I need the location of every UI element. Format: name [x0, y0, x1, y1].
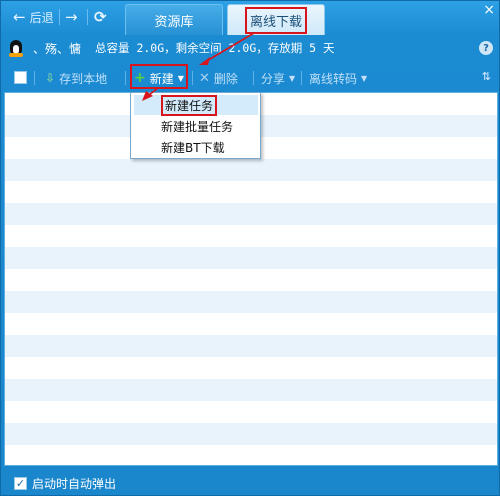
offline-transcode-button[interactable]: 离线转码 ▼ [309, 69, 367, 87]
refresh-button[interactable]: ⟳ [94, 7, 107, 27]
back-button[interactable]: ← 后退 [13, 7, 54, 27]
save-to-local-button[interactable]: ⇩ 存到本地 [45, 69, 107, 87]
autostart-checkbox[interactable]: ✓ [14, 476, 27, 490]
tab-resource-library[interactable]: 资源库 [125, 4, 223, 35]
forward-button[interactable]: → [65, 7, 78, 27]
caret-down-icon: ▼ [289, 73, 296, 83]
nav-divider [59, 9, 60, 25]
menu-item-label: 新建任务 [161, 94, 218, 116]
caret-down-icon: ▼ [361, 73, 368, 83]
sort-icon[interactable]: ⇅ [482, 70, 491, 83]
menu-item-label: 新建批量任务 [161, 119, 234, 134]
save-to-local-label: 存到本地 [59, 71, 108, 86]
select-all-checkbox[interactable] [14, 71, 27, 84]
arrow-left-icon: ← [13, 8, 26, 26]
help-icon[interactable]: ? [479, 41, 493, 55]
toolbar-divider [253, 71, 254, 85]
share-label: 分享 [261, 71, 286, 86]
top-nav-bar: ← 后退 → ⟳ 资源库 离线下载 × [1, 1, 500, 35]
username: 、殇、慵 [33, 41, 82, 56]
new-dropdown-menu: 新建任务 新建批量任务 新建BT下载 [130, 92, 261, 159]
storage-stats: 总容量 2.0G，剩余空间 2.0G，存放期 5 天 [95, 41, 335, 55]
menu-item-new-bt-download[interactable]: 新建BT下载 [134, 137, 258, 157]
footer-bar: ✓ 启动时自动弹出 [1, 469, 500, 496]
tab-offline-download[interactable]: 离线下载 [227, 4, 325, 35]
offline-download-window: ← 后退 → ⟳ 资源库 离线下载 × 、殇、慵 总容量 2.0G，剩余空间 2… [0, 0, 500, 496]
menu-item-label: 新建BT下载 [161, 140, 225, 155]
menu-item-new-task[interactable]: 新建任务 [134, 94, 258, 116]
transcode-label: 离线转码 [309, 71, 358, 86]
delete-button[interactable]: ✕ 删除 [199, 69, 238, 87]
menu-item-new-batch-task[interactable]: 新建批量任务 [134, 116, 258, 136]
back-label: 后退 [29, 10, 54, 25]
toolbar-divider [301, 71, 302, 85]
delete-label: 删除 [213, 71, 238, 86]
close-window-icon[interactable]: × [483, 2, 495, 18]
new-button-highlight [130, 64, 188, 89]
qq-penguin-icon [7, 39, 25, 57]
tab-label: 资源库 [154, 14, 194, 30]
arrow-right-icon: → [65, 8, 78, 26]
toolbar-divider [125, 71, 126, 85]
delete-x-icon: ✕ [199, 70, 210, 86]
tab-label: 离线下载 [244, 6, 307, 34]
task-toolbar: ⇩ 存到本地 + 新建 ▼ ✕ 删除 分享 ▼ 离线转码 ▼ ⇅ [1, 63, 500, 91]
download-icon: ⇩ [45, 71, 56, 85]
account-info-row: 、殇、慵 总容量 2.0G，剩余空间 2.0G，存放期 5 天 ? [1, 35, 500, 61]
nav-divider [87, 9, 88, 25]
toolbar-divider [34, 71, 35, 85]
autostart-label: 启动时自动弹出 [32, 476, 117, 491]
share-button[interactable]: 分享 ▼ [261, 69, 295, 87]
refresh-icon: ⟳ [94, 8, 107, 26]
toolbar-divider [192, 71, 193, 85]
